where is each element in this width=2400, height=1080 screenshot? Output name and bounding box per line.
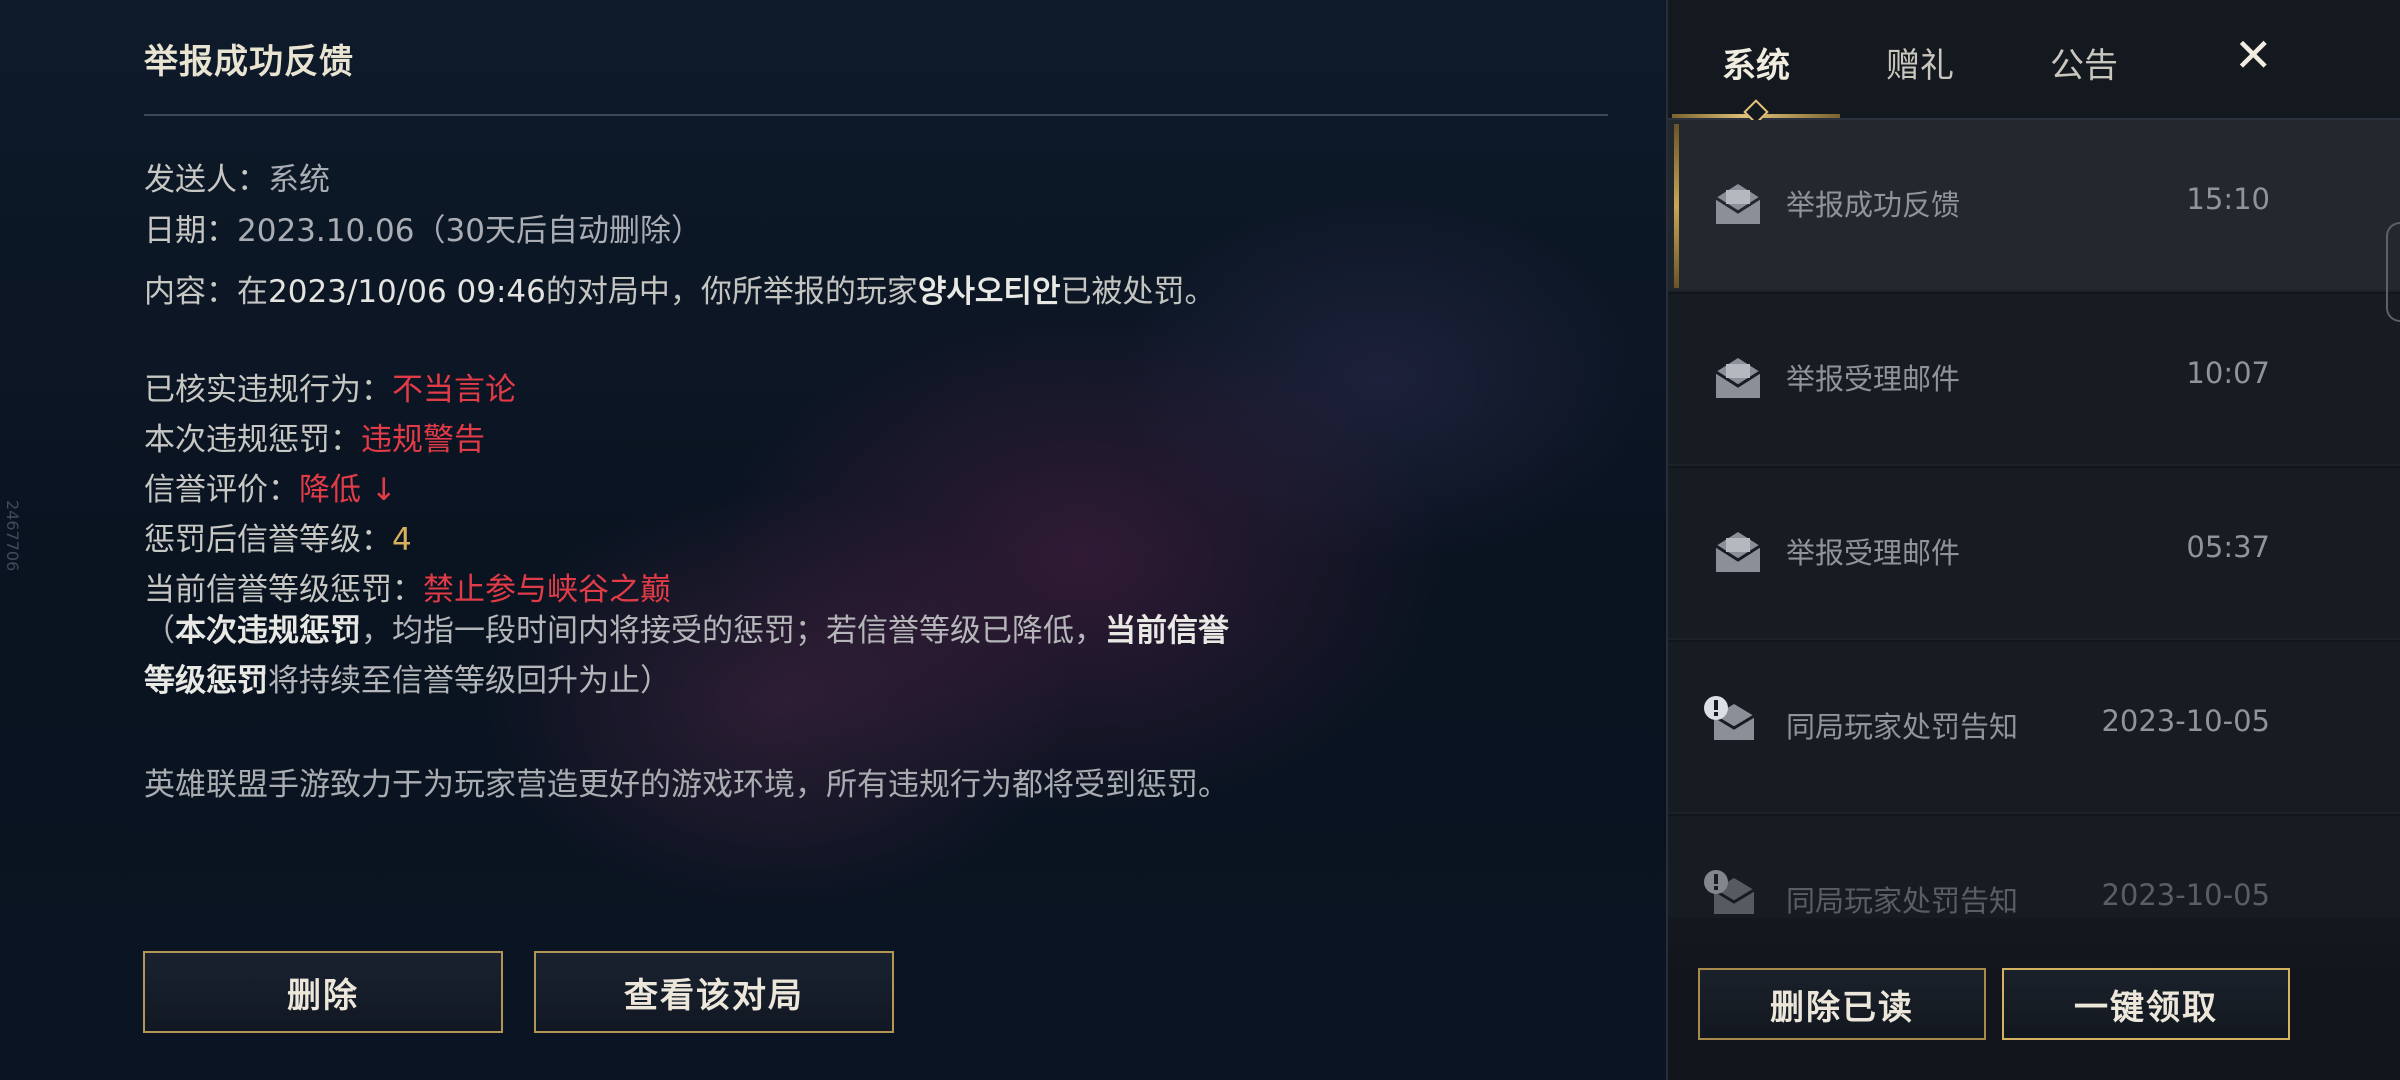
mail-actions-bar: 删除已读 一键领取 [1668, 918, 2400, 1080]
date-row: 日期：2023.10.06（30天后自动删除） [144, 205, 702, 250]
view-match-button[interactable]: 查看该对局 [534, 951, 894, 1033]
current-penalty-value: 禁止参与峡谷之巅 [423, 572, 671, 608]
tab-system[interactable]: 系统 [1722, 38, 1790, 87]
current-penalty-row: 当前信誉等级惩罚：禁止参与峡谷之巅 [144, 564, 671, 609]
scroll-handle[interactable] [2386, 222, 2400, 322]
credit-level-label: 惩罚后信誉等级： [144, 522, 392, 558]
content-pre: 在 [237, 274, 268, 310]
mail-title: 举报成功反馈 [144, 42, 354, 82]
reported-player-name: 양사오티안 [917, 274, 1061, 310]
violation-label: 已核实违规行为： [144, 372, 392, 408]
mail-list-item[interactable]: 举报受理邮件 05:37 [1668, 468, 2400, 640]
claim-all-button[interactable]: 一键领取 [2002, 968, 2290, 1040]
mail-time: 05:37 [2186, 530, 2270, 564]
mail-screen: 2467706 举报成功反馈 发送人：系统 日期：2023.10.06（30天后… [0, 0, 2400, 1080]
mail-time: 15:10 [2186, 182, 2270, 216]
mail-list-panel: 系统 赠礼 公告 ✕ 举报成功反馈 15:10 举报受理邮件 10:07 举报受… [1666, 0, 2400, 1080]
mail-open-icon [1715, 532, 1761, 572]
note-bold-penalty: 本次违规惩罚 [175, 613, 361, 649]
credit-label: 信誉评价： [144, 472, 299, 508]
content-row: 内容：在2023/10/06 09:46的对局中，你所举报的玩家양사오티안已被处… [144, 266, 1215, 311]
mail-list-item[interactable]: 同局玩家处罚告知 2023-10-05 [1668, 642, 2400, 814]
content-label: 内容： [144, 274, 237, 310]
content-time: 2023/10/06 09:46 [268, 274, 546, 310]
sender-row: 发送人：系统 [144, 154, 330, 199]
mail-subject: 举报成功反馈 [1786, 188, 1961, 222]
mail-subject: 同局玩家处罚告知 [1786, 884, 2019, 918]
mail-open-icon [1715, 184, 1761, 224]
penalty-row: 本次违规惩罚：违规警告 [144, 414, 485, 459]
current-penalty-label: 当前信誉等级惩罚： [144, 572, 423, 608]
mail-open-icon [1715, 358, 1761, 398]
sender-value: 系统 [268, 162, 330, 198]
sender-label: 发送人： [144, 162, 268, 198]
mail-time: 2023-10-05 [2101, 878, 2270, 912]
mail-list-item[interactable]: 举报成功反馈 15:10 [1668, 120, 2400, 292]
side-id-number: 2467706 [3, 500, 22, 572]
date-value: 2023.10.06（30天后自动删除） [237, 213, 702, 249]
credit-row: 信誉评价：降低 ↓ [144, 464, 397, 509]
mail-time: 10:07 [2186, 356, 2270, 390]
mail-alert-icon [1704, 870, 1754, 914]
note-end: 将持续至信誉等级回升为止） [268, 663, 671, 699]
note-middle: ，均指一段时间内将接受的惩罚；若信誉等级已降低， [361, 613, 1105, 649]
mail-alert-icon [1704, 696, 1754, 740]
credit-value: 降低 ↓ [299, 472, 397, 508]
delete-button[interactable]: 删除 [143, 951, 503, 1033]
tab-announcements[interactable]: 公告 [2050, 38, 2118, 87]
credit-level-row: 惩罚后信誉等级：4 [144, 514, 412, 559]
note-open: （ [144, 613, 175, 649]
closing-statement: 英雄联盟手游致力于为玩家营造更好的游戏环境，所有违规行为都将受到惩罚。 [144, 767, 1229, 803]
mail-subject: 举报受理邮件 [1786, 536, 1961, 570]
content-mid: 的对局中，你所举报的玩家 [545, 274, 918, 310]
penalty-value: 违规警告 [361, 422, 485, 458]
mail-subject: 同局玩家处罚告知 [1786, 710, 2019, 744]
mail-detail-panel: 2467706 举报成功反馈 发送人：系统 日期：2023.10.06（30天后… [0, 0, 1666, 1080]
violation-row: 已核实违规行为：不当言论 [144, 364, 516, 409]
mail-subject: 举报受理邮件 [1786, 362, 1961, 396]
credit-level-value: 4 [392, 522, 412, 558]
delete-read-button[interactable]: 删除已读 [1698, 968, 1986, 1040]
close-icon[interactable]: ✕ [2234, 32, 2273, 78]
title-divider [144, 114, 1608, 116]
date-label: 日期： [144, 213, 237, 249]
mail-tabs: 系统 赠礼 公告 ✕ [1668, 0, 2400, 125]
tab-gifts[interactable]: 赠礼 [1886, 38, 1954, 87]
content-post: 已被处罚。 [1060, 274, 1216, 310]
mail-list-item[interactable]: 举报受理邮件 10:07 [1668, 294, 2400, 466]
penalty-note: （本次违规惩罚，均指一段时间内将接受的惩罚；若信誉等级已降低，当前信誉等级惩罚将… [144, 606, 1234, 706]
mail-time: 2023-10-05 [2101, 704, 2270, 738]
violation-value: 不当言论 [392, 372, 516, 408]
penalty-label: 本次违规惩罚： [144, 422, 361, 458]
